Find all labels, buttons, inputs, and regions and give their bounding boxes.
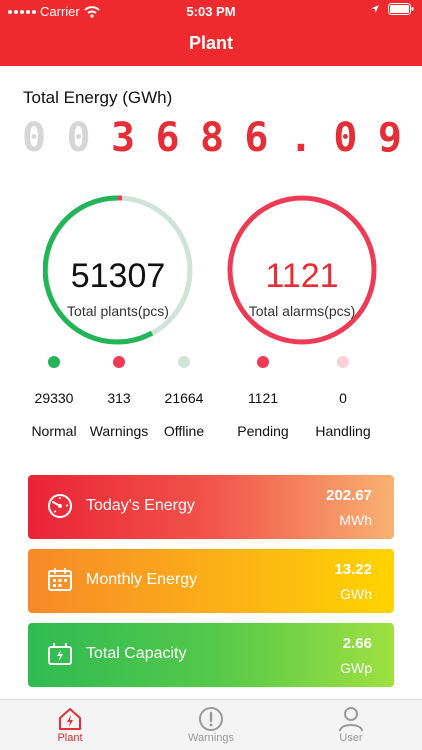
energy-digit: 6 [244, 115, 269, 161]
legend-value-warnings: 313 [107, 390, 131, 406]
monthly-energy-card[interactable]: Monthly Energy 13.22 GWh [28, 549, 394, 613]
card-title: Today's Energy [86, 497, 195, 514]
energy-digit: 3 [110, 115, 136, 161]
legend-dot-handling [337, 356, 349, 368]
card-unit: GWh [340, 586, 372, 602]
plants-ring[interactable]: 51307 Total plants(pcs) [42, 195, 193, 345]
status-right [370, 3, 414, 15]
legend-warnings: 313 Warnings [84, 356, 154, 439]
plants-count: 51307 [70, 257, 166, 295]
legend-dot-offline [178, 356, 190, 368]
card-value: 13.22 [334, 561, 372, 578]
legend-dot-pending [257, 356, 269, 368]
energy-digit: 0 [66, 115, 91, 161]
location-arrow-icon [371, 5, 379, 13]
energy-digit: 9 [377, 115, 402, 161]
alert-circle-icon [199, 707, 223, 731]
page-title: Plant [188, 33, 233, 53]
battery-icon [48, 643, 72, 665]
battery-status-icon [388, 3, 414, 15]
legend-name-pending: Pending [237, 423, 289, 439]
legend-value-normal: 29330 [34, 390, 74, 406]
tab-label: User [339, 732, 363, 744]
energy-decimal-point: . [288, 115, 313, 161]
legend-value-pending: 1121 [247, 390, 279, 406]
card-title: Total Capacity [86, 645, 187, 662]
tab-plant[interactable]: Plant [20, 706, 120, 744]
legend-pending: 1121 Pending [233, 356, 293, 439]
gauge-icon [48, 494, 72, 518]
legend-normal: 29330 Normal [24, 356, 84, 439]
card-title: Monthly Energy [86, 571, 198, 588]
energy-digit: 8 [199, 115, 225, 161]
legend-name-warnings: Warnings [89, 423, 149, 439]
status-bar: Carrier 5:03 PM [0, 0, 422, 22]
card-value: 202.67 [326, 487, 372, 504]
legend-handling: 0 Handling [308, 356, 378, 439]
alarms-count: 1121 [265, 257, 339, 295]
energy-digit: 6 [155, 115, 180, 161]
plants-label: Total plants(pcs) [67, 303, 169, 319]
legend-name-handling: Handling [315, 423, 371, 439]
legend-value-offline: 21664 [164, 390, 204, 406]
total-energy-display: 0 0 3 6 8 6 . 0 9 [22, 118, 402, 158]
alarms-label: Total alarms(pcs) [248, 303, 356, 319]
plant-house-icon [59, 708, 81, 730]
legend-name-offline: Offline [163, 423, 205, 439]
legend-name-normal: Normal [31, 423, 77, 439]
legend-value-handling: 0 [339, 390, 347, 406]
legend-offline: 21664 Offline [154, 356, 214, 439]
energy-digit: 0 [22, 115, 47, 161]
status-time: 5:03 PM [186, 4, 236, 19]
card-unit: MWh [339, 512, 372, 528]
legend-dot-warnings [113, 356, 125, 368]
todays-energy-card[interactable]: Today's Energy 202.67 MWh [28, 475, 394, 539]
tab-warnings[interactable]: Warnings [161, 706, 261, 744]
alarms-ring[interactable]: 1121 Total alarms(pcs) [227, 195, 377, 345]
card-unit: GWp [340, 660, 372, 676]
app-header: Carrier 5:03 PM Plant [0, 0, 422, 66]
total-capacity-card[interactable]: Total Capacity 2.66 GWp [28, 623, 394, 687]
tab-label: Plant [57, 732, 83, 744]
tab-user[interactable]: User [301, 706, 401, 744]
energy-digit: 0 [333, 115, 358, 161]
user-icon [339, 707, 363, 732]
card-value: 2.66 [342, 635, 372, 652]
tab-bar: Plant Warnings User [0, 699, 422, 750]
total-energy-label: Total Energy (GWh) [23, 88, 173, 107]
legend-dot-normal [48, 356, 60, 368]
tab-label: Warnings [187, 732, 235, 744]
calendar-icon [48, 568, 72, 591]
